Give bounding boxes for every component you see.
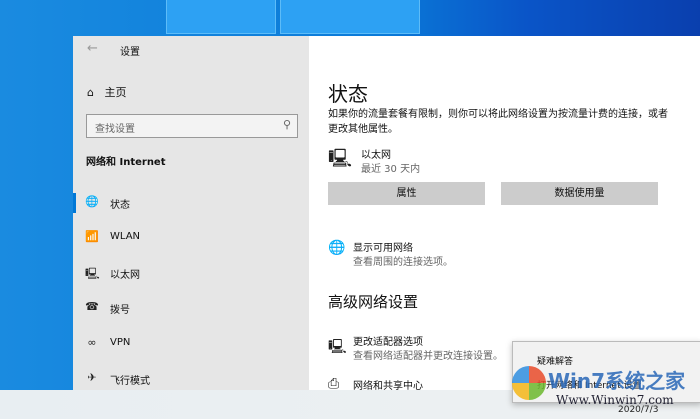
sidebar-item-vpn[interactable]: ∞ VPN [73, 331, 309, 357]
watermark-logo-icon [512, 366, 546, 400]
desktop-tile [280, 0, 420, 34]
advanced-heading: 高级网络设置 [328, 293, 419, 311]
main-pane: 状态 如果你的流量套餐有限制，则你可以将此网络设置为按流量计费的连接，或者更改其… [309, 36, 700, 390]
sidebar-item-dialup[interactable]: ☎ 拨号 [73, 295, 309, 321]
taskbar-date[interactable]: 2020/7/3 [618, 405, 658, 415]
ethernet-icon: 🖳 [328, 148, 353, 169]
home-link[interactable]: ⌂ 主页 [87, 84, 126, 100]
link-title: 更改适配器选项 [353, 337, 423, 348]
app-title: 设置 [120, 47, 140, 58]
link-sub: 查看周围的连接选项。 [353, 257, 453, 268]
properties-button[interactable]: 属性 [328, 182, 485, 205]
search-icon[interactable]: ⚲ [283, 118, 291, 131]
watermark-brand: Win7系统之家 [548, 369, 686, 393]
link-sub: 查看网络适配器并更改连接设置。 [353, 351, 503, 362]
nav-label: 飞行模式 [110, 376, 150, 387]
sidebar-item-ethernet[interactable]: 🖳 以太网 [73, 260, 309, 286]
search-placeholder: 查找设置 [95, 124, 135, 135]
search-input[interactable]: 查找设置 ⚲ [86, 114, 298, 138]
phone-icon: ☎ [85, 300, 99, 313]
home-label: 主页 [104, 86, 127, 99]
status-description: 如果你的流量套餐有限制，则你可以将此网络设置为按流量计费的连接，或者更改其他属性… [328, 109, 668, 135]
nav-label: 状态 [110, 200, 130, 211]
home-icon: ⌂ [87, 86, 94, 99]
connection-sub: 最近 30 天内 [361, 164, 421, 175]
nav-label: WLAN [110, 231, 141, 242]
link-title: 网络和共享中心 [353, 381, 423, 390]
link-title: 显示可用网络 [353, 243, 413, 254]
adapter-icon: 🖳 [328, 339, 347, 355]
nav-label: 以太网 [110, 270, 140, 281]
globe-icon: 🌐 [85, 195, 99, 208]
vpn-icon: ∞ [87, 336, 97, 349]
sidebar-item-wlan[interactable]: 📶 WLAN [73, 225, 309, 251]
settings-window: ← 设置 ⌂ 主页 查找设置 ⚲ 网络和 Internet 🌐 状态 📶 WLAN 🖳… [73, 36, 700, 390]
sidebar-item-airplane[interactable]: ✈ 飞行模式 [73, 366, 309, 392]
sidebar-item-status[interactable]: 🌐 状态 [73, 190, 309, 216]
ethernet-icon: 🖳 [85, 267, 100, 280]
wifi-icon: 📶 [85, 230, 99, 243]
sidebar: ← 设置 ⌂ 主页 查找设置 ⚲ 网络和 Internet 🌐 状态 📶 WLAN 🖳… [73, 36, 309, 390]
back-button[interactable]: ← [87, 41, 98, 56]
connection-name: 以太网 [361, 150, 391, 161]
category-heading: 网络和 Internet [86, 157, 166, 168]
globe-icon: 🌐 [328, 240, 346, 256]
nav-label: 拨号 [110, 305, 130, 316]
airplane-icon: ✈ [87, 371, 97, 384]
data-usage-button[interactable]: 数据使用量 [501, 182, 658, 205]
desktop-tile [166, 0, 276, 34]
nav-label: VPN [110, 337, 131, 348]
page-title: 状态 [328, 82, 368, 106]
printer-icon: ⎙ [328, 376, 340, 390]
